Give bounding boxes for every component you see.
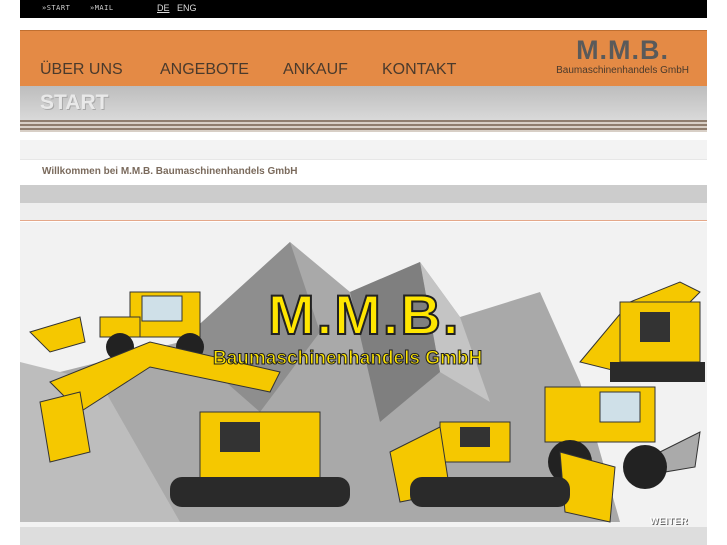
- nav-item-ueber-uns[interactable]: ÜBER UNS: [40, 61, 123, 79]
- welcome-text: Willkommen bei M.M.B. Baumaschinenhandel…: [42, 166, 298, 177]
- hero-image: M.M.B. Baumaschinenhandels GmbH: [20, 222, 707, 527]
- top-bar: »START »MAIL DE ENG: [20, 0, 707, 18]
- footer-band: [20, 527, 707, 545]
- divider-stripes: [20, 120, 707, 132]
- hero-logo-title: M.M.B.: [267, 282, 461, 347]
- spacer-band-light: [20, 203, 707, 221]
- spacer-band: [20, 140, 707, 160]
- lang-de-link[interactable]: DE: [157, 3, 170, 13]
- lang-eng-link[interactable]: ENG: [177, 3, 197, 13]
- nav-item-kontakt[interactable]: KONTAKT: [382, 61, 456, 79]
- section-header: START: [20, 86, 707, 120]
- brand-title: M.M.B.: [576, 35, 670, 65]
- spacer-band-grey: [20, 185, 707, 203]
- brand-subtitle: Baumaschinenhandels GmbH: [556, 65, 689, 76]
- main-nav: ÜBER UNS ANGEBOTE ANKAUF KONTAKT M.M.B. …: [20, 30, 707, 86]
- section-title: START: [40, 91, 109, 114]
- start-link[interactable]: »START: [42, 4, 70, 12]
- brand-logo: M.M.B. Baumaschinenhandels GmbH: [556, 35, 689, 76]
- nav-item-ankauf[interactable]: ANKAUF: [283, 61, 348, 79]
- next-link[interactable]: WEITER: [650, 516, 688, 526]
- hero-logo-subtitle: Baumaschinenhandels GmbH: [212, 348, 483, 370]
- hero-illustration: [20, 242, 705, 523]
- nav-item-angebote[interactable]: ANGEBOTE: [160, 61, 249, 79]
- mail-link[interactable]: »MAIL: [90, 4, 114, 12]
